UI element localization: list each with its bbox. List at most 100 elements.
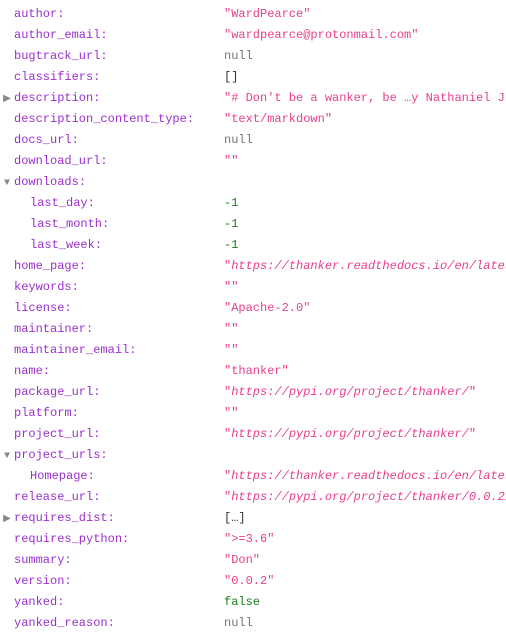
colon: : [93,88,100,109]
json-row: description_content_type: "text/markdown" [0,109,506,130]
json-key: Homepage [30,466,88,487]
json-key: maintainer_email [14,340,129,361]
colon: : [79,256,86,277]
json-row: download_url: "" [0,151,506,172]
json-key: download_url [14,151,100,172]
json-value: "https://thanker.readthedocs.io/en/lates… [224,256,506,277]
json-key: description_content_type [14,109,187,130]
json-row: ▼downloads: [0,172,506,193]
expand-icon[interactable]: ▶ [0,91,14,109]
colon: : [64,550,71,571]
json-key: version [14,571,64,592]
json-row: docs_url:null [0,130,506,151]
json-key: last_month [30,214,102,235]
json-row: yanked_reason:null [0,613,506,634]
json-key: downloads [14,172,79,193]
json-row: platform:"" [0,403,506,424]
json-row: keywords: "" [0,277,506,298]
json-row: bugtrack_url:null [0,46,506,67]
json-value: "" [224,151,506,172]
colon: : [93,67,100,88]
json-key: keywords [14,277,72,298]
json-value: ">=3.6" [224,529,506,550]
json-row: summary: "Don" [0,550,506,571]
json-key: description [14,88,93,109]
json-row: version:"0.0.2" [0,571,506,592]
json-row: maintainer:"" [0,319,506,340]
json-row: ▼project_urls: [0,445,506,466]
json-key: bugtrack_url [14,46,100,67]
json-value: […] [224,508,506,529]
json-key: release_url [14,487,93,508]
json-value: "" [224,340,506,361]
json-row: author:"WardPearce" [0,4,506,25]
json-key: author_email [14,25,100,46]
json-row: last_month: -1 [0,214,506,235]
json-value: "https://pypi.org/project/thanker/" [224,382,506,403]
json-row: ▶requires_dist:[…] [0,508,506,529]
json-row: Homepage: "https://thanker.readthedocs.io… [0,466,506,487]
json-row: release_url:"https://pypi.org/project/th… [0,487,506,508]
colon: : [102,214,109,235]
json-value: -1 [224,193,506,214]
json-value: -1 [224,214,506,235]
json-key: license [14,298,64,319]
colon: : [129,340,136,361]
json-key: docs_url [14,130,72,151]
collapse-icon[interactable]: ▼ [0,175,14,193]
colon: : [108,508,115,529]
colon: : [93,424,100,445]
json-key: platform [14,403,72,424]
json-row: last_day:-1 [0,193,506,214]
collapse-icon[interactable]: ▼ [0,448,14,466]
colon: : [43,361,50,382]
json-key: last_day [30,193,88,214]
colon: : [79,172,86,193]
json-key: requires_python [14,529,122,550]
json-value: "https://pypi.org/project/thanker/0.0.2/… [224,487,506,508]
json-row: maintainer_email: "" [0,340,506,361]
json-row: home_page:"https://thanker.readthedocs.i… [0,256,506,277]
colon: : [95,235,102,256]
json-row: ▶description: "# Don't be a wanker, be …y… [0,88,506,109]
json-value: "0.0.2" [224,571,506,592]
colon: : [187,109,194,130]
colon: : [72,130,79,151]
json-value: null [224,613,506,634]
colon: : [100,25,107,46]
json-key: classifiers [14,67,93,88]
json-value: "Don" [224,550,506,571]
json-value: "https://thanker.readthedocs.io/en/lates… [224,466,506,487]
colon: : [72,277,79,298]
colon: : [93,382,100,403]
json-key: last_week [30,235,95,256]
colon: : [86,319,93,340]
json-row: author_email:"wardpearce@protonmail.com" [0,25,506,46]
colon: : [108,613,115,634]
colon: : [100,46,107,67]
json-row: name: "thanker" [0,361,506,382]
colon: : [100,445,107,466]
json-key: maintainer [14,319,86,340]
json-key: project_urls [14,445,100,466]
json-value: "WardPearce" [224,4,506,25]
colon: : [88,466,95,487]
json-key: name [14,361,43,382]
json-key: package_url [14,382,93,403]
colon: : [72,403,79,424]
json-value: -1 [224,235,506,256]
json-value: "" [224,277,506,298]
json-row: requires_python:">=3.6" [0,529,506,550]
json-row: license:"Apache-2.0" [0,298,506,319]
json-value: "thanker" [224,361,506,382]
json-value: "text/markdown" [224,109,506,130]
json-row: project_url: "https://pypi.org/project/th… [0,424,506,445]
json-key: project_url [14,424,93,445]
json-value: "https://pypi.org/project/thanker/" [224,424,506,445]
colon: : [100,151,107,172]
json-value: "# Don't be a wanker, be …y Nathaniel J.… [224,88,506,109]
json-key: author [14,4,57,25]
expand-icon[interactable]: ▶ [0,511,14,529]
json-value: "Apache-2.0" [224,298,506,319]
json-key: summary [14,550,64,571]
